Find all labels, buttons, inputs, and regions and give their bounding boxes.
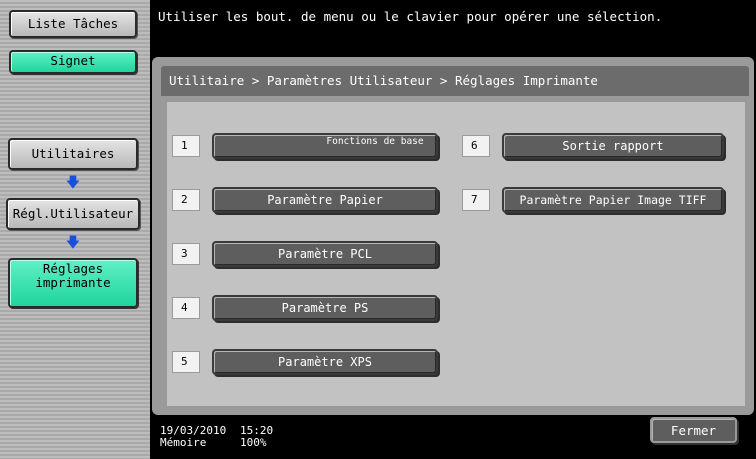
basic-functions-button[interactable]: Fonctions de base	[212, 133, 438, 159]
main-panel: Utilitaire > Paramètres Utilisateur > Ré…	[152, 57, 754, 415]
menu-item-number: 2	[172, 189, 200, 211]
report-output-button[interactable]: Sortie rapport	[502, 133, 724, 159]
menu-item: 3 Paramètre PCL	[172, 241, 444, 267]
menu-item-number: 5	[172, 351, 200, 373]
paper-settings-button[interactable]: Paramètre Papier	[212, 187, 438, 213]
nav-user-settings-button[interactable]: Régl.Utilisateur	[6, 198, 140, 230]
xps-settings-button[interactable]: Paramètre XPS	[212, 349, 438, 375]
menu-item: 6 Sortie rapport	[462, 133, 724, 159]
menu-area: 1 Fonctions de base 2 Paramètre Papier 3…	[167, 102, 745, 406]
menu-item-number: 1	[172, 135, 200, 157]
tiff-paper-settings-button[interactable]: Paramètre Papier Image TIFF	[502, 187, 724, 213]
menu-item-number: 7	[462, 189, 490, 211]
menu-item-number: 6	[462, 135, 490, 157]
arrow-down-icon: 🡇	[65, 175, 81, 191]
menu-item: 2 Paramètre Papier	[172, 187, 444, 213]
memory-value: 100%	[240, 436, 267, 449]
menu-item-number: 3	[172, 243, 200, 265]
bookmark-button[interactable]: Signet	[9, 50, 137, 74]
menu-item-number: 4	[172, 297, 200, 319]
menu-item: 1 Fonctions de base	[172, 133, 444, 159]
breadcrumb: Utilitaire > Paramètres Utilisateur > Ré…	[161, 66, 749, 96]
nav-printer-settings-button[interactable]: Réglages imprimante	[8, 258, 138, 308]
ps-settings-button[interactable]: Paramètre PS	[212, 295, 438, 321]
menu-item: 4 Paramètre PS	[172, 295, 444, 321]
sidebar: Liste Tâches Signet Utilitaires 🡇 Régl.U…	[0, 0, 150, 459]
nav-utilities-button[interactable]: Utilitaires	[8, 138, 138, 170]
close-button[interactable]: Fermer	[650, 417, 737, 443]
arrow-down-icon: 🡇	[65, 235, 81, 251]
instruction-message: Utiliser les bout. de menu ou le clavier…	[158, 9, 663, 24]
memory-label: Mémoire	[160, 436, 207, 449]
status-bar: 19/03/2010 15:20 Mémoire 100%	[160, 425, 273, 449]
menu-item: 5 Paramètre XPS	[172, 349, 444, 375]
menu-item: 7 Paramètre Papier Image TIFF	[462, 187, 724, 213]
task-list-button[interactable]: Liste Tâches	[9, 10, 137, 38]
pcl-settings-button[interactable]: Paramètre PCL	[212, 241, 438, 267]
